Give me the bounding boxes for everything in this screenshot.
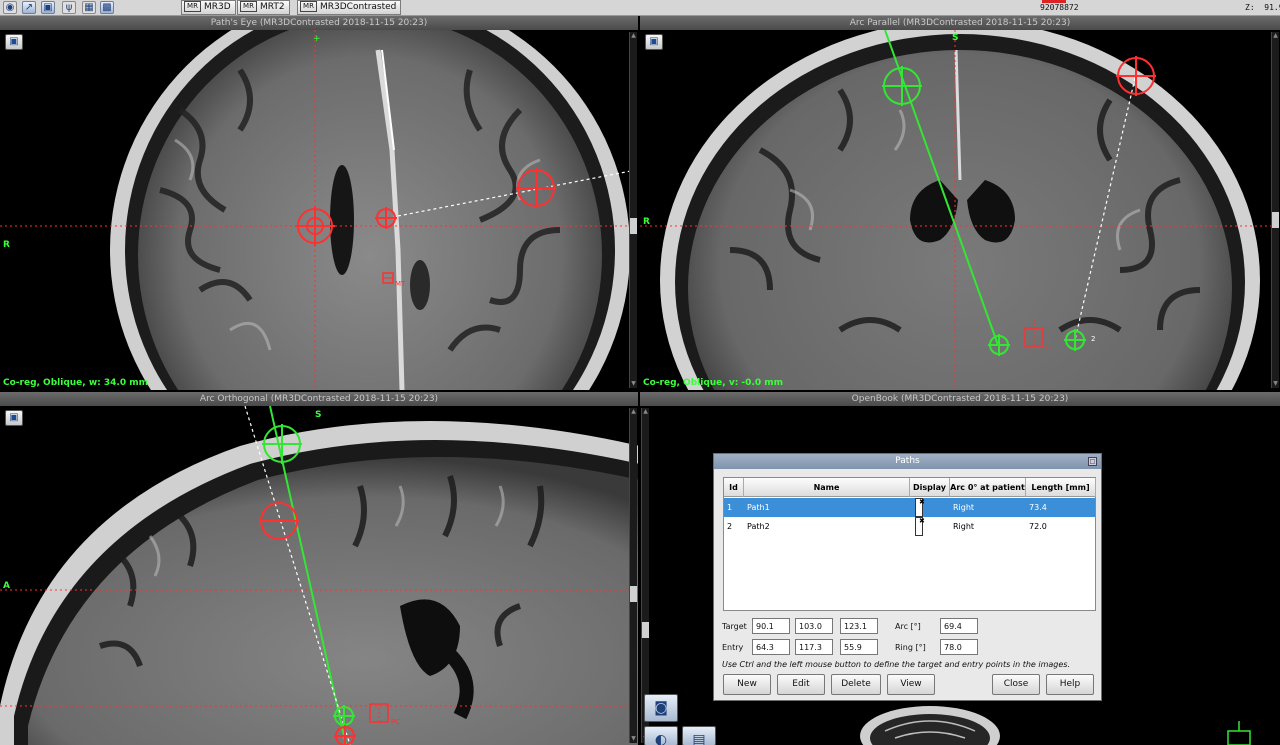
orientation-left: A [3, 581, 10, 591]
viewport-arc-orthogonal[interactable]: Arc Orthogonal (MR3DContrasted 2018-11-1… [0, 392, 638, 745]
view-button[interactable]: View [887, 674, 935, 695]
column-header-name[interactable]: Name [744, 478, 910, 497]
delete-button[interactable]: Delete [831, 674, 881, 695]
ring-label: Ring [°] [895, 643, 926, 652]
sequence-button-mr3dcontrasted[interactable]: MR MR3DContrasted [297, 0, 402, 15]
table-header: Id Name Display Arc 0° at patient Length… [724, 478, 1096, 497]
viewport-title: Arc Parallel (MR3DContrasted 2018-11-15 … [640, 16, 1280, 30]
mri-image[interactable]: PC 2 ▣ S R Co-reg, Oblique, v: -0.0 mm ▲… [640, 30, 1280, 390]
edit-button[interactable]: Edit [777, 674, 825, 695]
mri-image[interactable]: MT + ▣ R Co-reg, Oblique, w: 34.0 mm ▲ ▼ [0, 30, 638, 390]
patient-id: 92078872 [1040, 3, 1079, 12]
path-icon[interactable]: ↗ [22, 1, 36, 14]
pc-label: PC [1046, 344, 1055, 352]
z-readout: Z: 91.9 [1245, 3, 1280, 12]
arc-label: Arc [°] [895, 622, 921, 631]
entry-label: Entry [722, 643, 744, 652]
paths-dialog: Paths □ Id Name Display Arc 0° at patien… [713, 453, 1102, 701]
grid-icon[interactable]: ▦ [82, 1, 96, 14]
orientation-left: R [643, 217, 650, 227]
viewport-scrollbar[interactable]: ▲▼ [629, 32, 637, 388]
probe-icon[interactable]: ψ [62, 1, 76, 14]
dialog-title: Paths [895, 456, 920, 466]
viewport-title: OpenBook (MR3DContrasted 2018-11-15 20:2… [640, 392, 1280, 406]
orientation-top: S [315, 410, 322, 420]
sequence-button-mr3d[interactable]: MR MR3D [181, 0, 236, 15]
column-header-id[interactable]: Id [724, 478, 744, 497]
view-toggle-icon[interactable]: ◐ [644, 726, 678, 745]
close-button[interactable]: Close [992, 674, 1040, 695]
column-header-display[interactable]: Display [910, 478, 950, 497]
close-icon[interactable]: □ [1088, 457, 1097, 466]
paths-table: Id Name Display Arc 0° at patient Length… [723, 477, 1096, 611]
entry-y-input[interactable] [795, 639, 833, 655]
sequence-icon: MR [184, 1, 201, 12]
viewport-scrollbar[interactable]: ▲▼ [641, 408, 649, 743]
viewport-paths-eye[interactable]: Path's Eye (MR3DContrasted 2018-11-15 20… [0, 16, 638, 390]
arc-input[interactable] [940, 618, 978, 634]
sequence-icon: MR [300, 1, 317, 12]
brain-icon[interactable]: ◉ [3, 1, 17, 14]
layout-icon[interactable]: ▤ [682, 726, 716, 745]
display-checkbox-path1[interactable] [915, 498, 923, 517]
viewport-scrollbar[interactable]: ▲▼ [629, 408, 637, 743]
entry-x-input[interactable] [752, 639, 790, 655]
head-icon[interactable]: ◙ [644, 694, 678, 722]
display-checkbox-path2[interactable] [915, 517, 923, 536]
orientation-cube [1227, 730, 1251, 745]
mt-label: MT [395, 280, 406, 288]
window-icon[interactable]: ▣ [41, 1, 55, 14]
dialog-help-text: Use Ctrl and the left mouse button to de… [722, 660, 1070, 669]
table-row-path2[interactable]: 2 Path2 Right 72.0 [724, 517, 1095, 536]
new-button[interactable]: New [723, 674, 771, 695]
column-header-arc[interactable]: Arc 0° at patient [950, 478, 1026, 497]
sequence-button-mrt2[interactable]: MR MRT2 [237, 0, 290, 15]
mri-image[interactable]: PC ▣ S A ▲ ▼ [0, 406, 638, 745]
target-x-input[interactable] [752, 618, 790, 634]
viewport-info: Co-reg, Oblique, w: 34.0 mm [3, 378, 148, 388]
help-button[interactable]: Help [1046, 674, 1094, 695]
pc-label: PC [391, 718, 400, 726]
lock-icon[interactable]: ▣ [5, 34, 23, 50]
ring-input[interactable] [940, 639, 978, 655]
orientation-top: S [952, 33, 959, 43]
path2-index-label: 2 [1091, 335, 1095, 343]
sequence-icon: MR [240, 1, 257, 12]
orientation-left: R [3, 240, 10, 250]
table-row-path1[interactable]: 1 Path1 Right 73.4 [724, 498, 1095, 517]
lock-icon[interactable]: ▣ [645, 34, 663, 50]
target-label: Target [722, 622, 747, 631]
main-toolbar: ◉ ↗ ▣ ψ ▦ ▩ MR MR3D MR MRT2 MR MR3DContrast… [0, 0, 1280, 16]
entry-z-input[interactable] [840, 639, 878, 655]
lock-icon[interactable]: ▣ [5, 410, 23, 426]
viewport-title: Path's Eye (MR3DContrasted 2018-11-15 20… [0, 16, 638, 30]
viewport-scrollbar[interactable]: ▲▼ [1271, 32, 1279, 388]
viewport-info: Co-reg, Oblique, v: -0.0 mm [643, 378, 783, 388]
target-y-input[interactable] [795, 618, 833, 634]
viewport-title: Arc Orthogonal (MR3DContrasted 2018-11-1… [0, 392, 638, 406]
viewport-arc-parallel[interactable]: Arc Parallel (MR3DContrasted 2018-11-15 … [640, 16, 1280, 390]
dialog-title-bar[interactable]: Paths □ [714, 454, 1101, 469]
film-icon[interactable]: ▩ [100, 1, 114, 14]
column-header-length[interactable]: Length [mm] [1026, 478, 1096, 497]
top-orient-mark: + [313, 34, 321, 44]
target-z-input[interactable] [840, 618, 878, 634]
